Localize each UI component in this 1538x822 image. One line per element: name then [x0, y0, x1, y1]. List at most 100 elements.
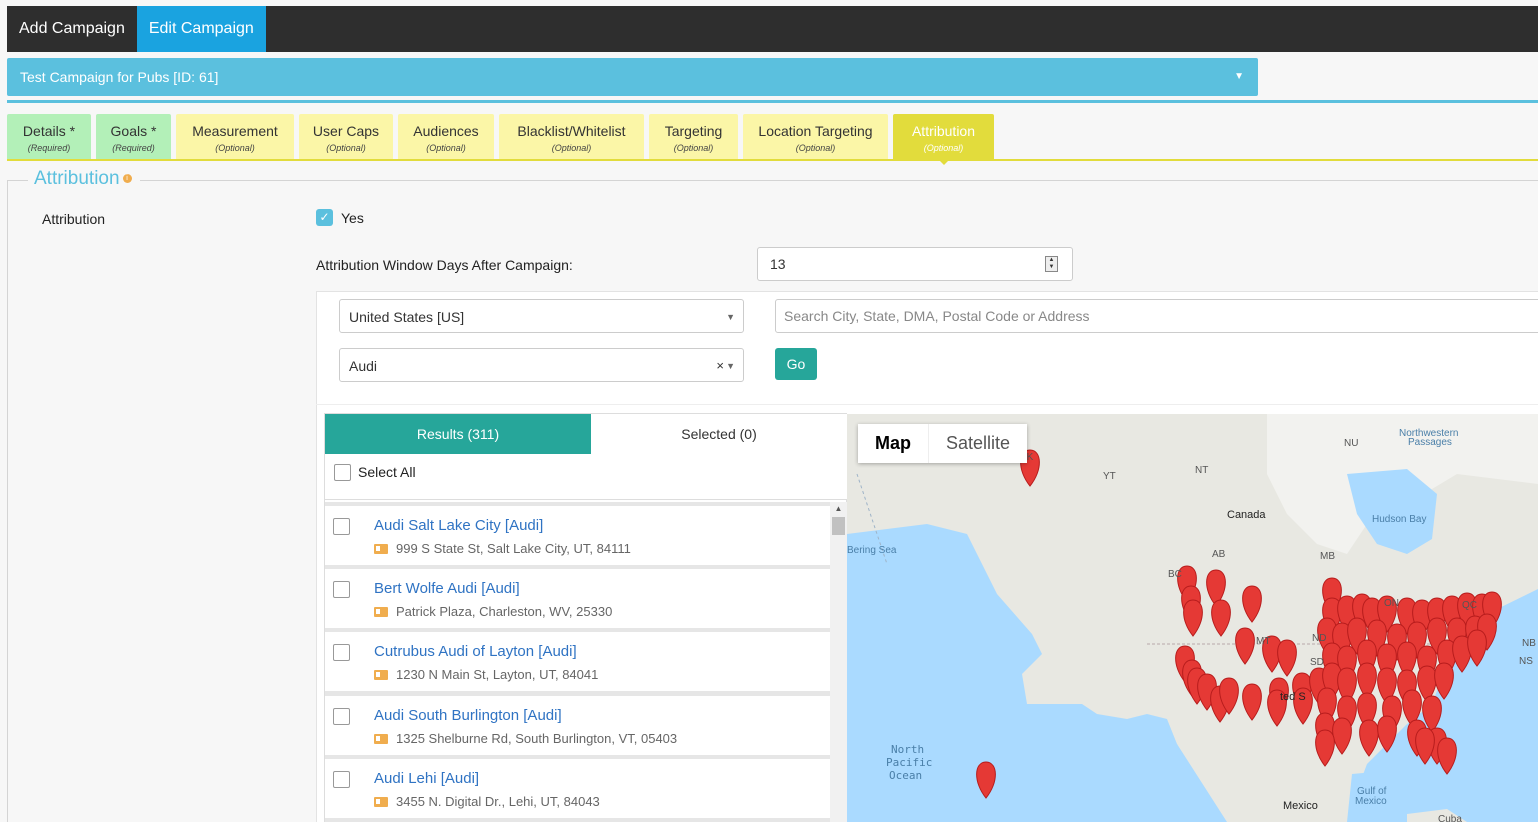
- brand-value: Audi: [349, 358, 378, 374]
- step-label: Blacklist/Whitelist: [517, 123, 626, 139]
- map-type-toggle: Map Satellite: [858, 424, 1028, 463]
- map-label: Mexico: [1283, 800, 1318, 812]
- item-checkbox[interactable]: [333, 644, 350, 661]
- map-marker-icon[interactable]: [976, 761, 996, 799]
- map-canvas: [847, 414, 1538, 822]
- map-view-button[interactable]: Map: [858, 424, 928, 463]
- map-label: Passages: [1408, 437, 1452, 448]
- country-value: United States [US]: [349, 309, 465, 325]
- country-select[interactable]: United States [US] ▼: [339, 299, 744, 333]
- list-item[interactable]: Audi Salt Lake City [Audi] 999 S State S…: [325, 506, 830, 565]
- step-label: Details *: [22, 123, 76, 139]
- item-checkbox[interactable]: [333, 771, 350, 788]
- divider: [7, 100, 1538, 103]
- map-label: MB: [1320, 551, 1335, 562]
- address-card-icon: [374, 544, 388, 554]
- window-days-input[interactable]: 13 ▲ ▼: [757, 247, 1073, 281]
- item-address: 1325 Shelburne Rd, South Burlington, VT,…: [396, 731, 678, 746]
- spinner-icon[interactable]: ▲ ▼: [1045, 256, 1058, 272]
- attribution-checkbox[interactable]: ✓: [316, 209, 333, 226]
- go-button[interactable]: Go: [775, 348, 817, 380]
- step-sub: (Optional): [326, 143, 366, 153]
- map-label: QC: [1462, 600, 1477, 611]
- item-checkbox[interactable]: [333, 581, 350, 598]
- step-blacklist-whitelist[interactable]: Blacklist/Whitelist (Optional): [499, 114, 644, 159]
- step-sub: (Optional): [923, 143, 964, 153]
- step-label: Targeting: [664, 123, 723, 139]
- scroll-up-icon[interactable]: ▲: [830, 502, 847, 516]
- map-label: NU: [1344, 438, 1359, 449]
- tab-add-campaign[interactable]: Add Campaign: [7, 6, 137, 52]
- brand-select[interactable]: Audi × ▼: [339, 348, 744, 382]
- address-card-icon: [374, 607, 388, 617]
- step-attribution[interactable]: Attribution (Optional): [893, 114, 994, 165]
- map-label: NT: [1195, 465, 1209, 476]
- step-location-targeting[interactable]: Location Targeting (Optional): [743, 114, 888, 159]
- address-card-icon: [374, 797, 388, 807]
- map-label: NB: [1522, 638, 1536, 649]
- section-title: Attribution i: [28, 167, 140, 191]
- window-days-label: Attribution Window Days After Campaign:: [316, 257, 573, 273]
- map-label: Canada: [1227, 509, 1266, 521]
- list-item[interactable]: Bert Wolfe Audi [Audi] Patrick Plaza, Ch…: [325, 569, 830, 628]
- map[interactable]: NU Northwestern Passages YT NT Canada Hu…: [847, 414, 1538, 822]
- map-label: MT: [1256, 636, 1271, 647]
- step-label: Attribution: [911, 123, 976, 139]
- map-marker-icon[interactable]: [1434, 662, 1454, 700]
- list-item[interactable]: Cutrubus Audi of Layton [Audi] 1230 N Ma…: [325, 632, 830, 691]
- scroll-thumb[interactable]: [832, 517, 845, 535]
- item-address: 999 S State St, Salt Lake City, UT, 8411…: [396, 541, 631, 556]
- list-item[interactable]: Audi South Burlington [Audi] 1325 Shelbu…: [325, 696, 830, 755]
- map-label: Ocean: [889, 769, 923, 782]
- item-name-link[interactable]: Audi South Burlington [Audi]: [374, 707, 562, 724]
- map-label: Bering Sea: [847, 545, 897, 556]
- item-name-link[interactable]: Audi Lehi [Audi]: [374, 770, 479, 787]
- map-label: North: [891, 743, 925, 756]
- list-item[interactable]: Audi Lehi [Audi] 3455 N. Digital Dr., Le…: [325, 759, 830, 818]
- item-name-link[interactable]: Audi Salt Lake City [Audi]: [374, 517, 543, 534]
- item-checkbox[interactable]: [333, 708, 350, 725]
- map-marker-icon[interactable]: [1415, 727, 1435, 765]
- address-card-icon: [374, 670, 388, 680]
- step-sub: (Required): [112, 143, 155, 153]
- chevron-down-icon: ▼: [726, 361, 735, 371]
- tab-selected[interactable]: Selected (0): [591, 414, 847, 454]
- map-label: ND: [1312, 633, 1327, 644]
- step-sub: (Optional): [215, 143, 255, 153]
- select-all-checkbox[interactable]: [334, 464, 351, 481]
- location-search-input[interactable]: Search City, State, DMA, Postal Code or …: [775, 299, 1538, 333]
- info-icon[interactable]: i: [122, 174, 132, 184]
- step-user-caps[interactable]: User Caps (Optional): [299, 114, 393, 159]
- checkmark-icon: ✓: [319, 210, 330, 224]
- item-name-link[interactable]: Cutrubus Audi of Layton [Audi]: [374, 643, 577, 660]
- step-audiences[interactable]: Audiences (Optional): [398, 114, 494, 159]
- map-marker-icon[interactable]: [1467, 629, 1487, 667]
- top-nav: Add Campaign Edit Campaign: [7, 6, 1538, 52]
- clear-icon[interactable]: ×: [716, 349, 724, 383]
- step-targeting[interactable]: Targeting (Optional): [649, 114, 738, 159]
- step-goals[interactable]: Goals * (Required): [96, 114, 171, 159]
- campaign-selector[interactable]: Test Campaign for Pubs [ID: 61] ▼: [7, 58, 1258, 96]
- satellite-view-button[interactable]: Satellite: [928, 424, 1027, 463]
- select-all-row: Select All: [325, 454, 847, 500]
- item-name-link[interactable]: Bert Wolfe Audi [Audi]: [374, 580, 520, 597]
- divider: [316, 404, 1538, 405]
- results-list[interactable]: Audi Salt Lake City [Audi] 999 S State S…: [325, 502, 847, 822]
- map-label: SD: [1310, 657, 1324, 668]
- step-measurement[interactable]: Measurement (Optional): [176, 114, 294, 159]
- window-days-value: 13: [770, 256, 786, 272]
- step-tabs: Details * (Required) Goals * (Required) …: [7, 114, 999, 165]
- step-sub: (Optional): [795, 143, 836, 153]
- step-label: User Caps: [312, 123, 380, 139]
- item-address: Patrick Plaza, Charleston, WV, 25330: [396, 604, 613, 619]
- step-sub: (Optional): [551, 143, 592, 153]
- map-marker-icon[interactable]: [1437, 737, 1457, 775]
- tab-results[interactable]: Results (311): [325, 414, 591, 454]
- divider: [7, 159, 1538, 161]
- scrollbar[interactable]: ▲: [830, 502, 847, 822]
- step-sub: (Optional): [426, 143, 466, 153]
- tab-edit-campaign[interactable]: Edit Campaign: [136, 6, 266, 52]
- step-details[interactable]: Details * (Required): [7, 114, 91, 159]
- item-checkbox[interactable]: [333, 518, 350, 535]
- section-title-text: Attribution: [34, 168, 120, 189]
